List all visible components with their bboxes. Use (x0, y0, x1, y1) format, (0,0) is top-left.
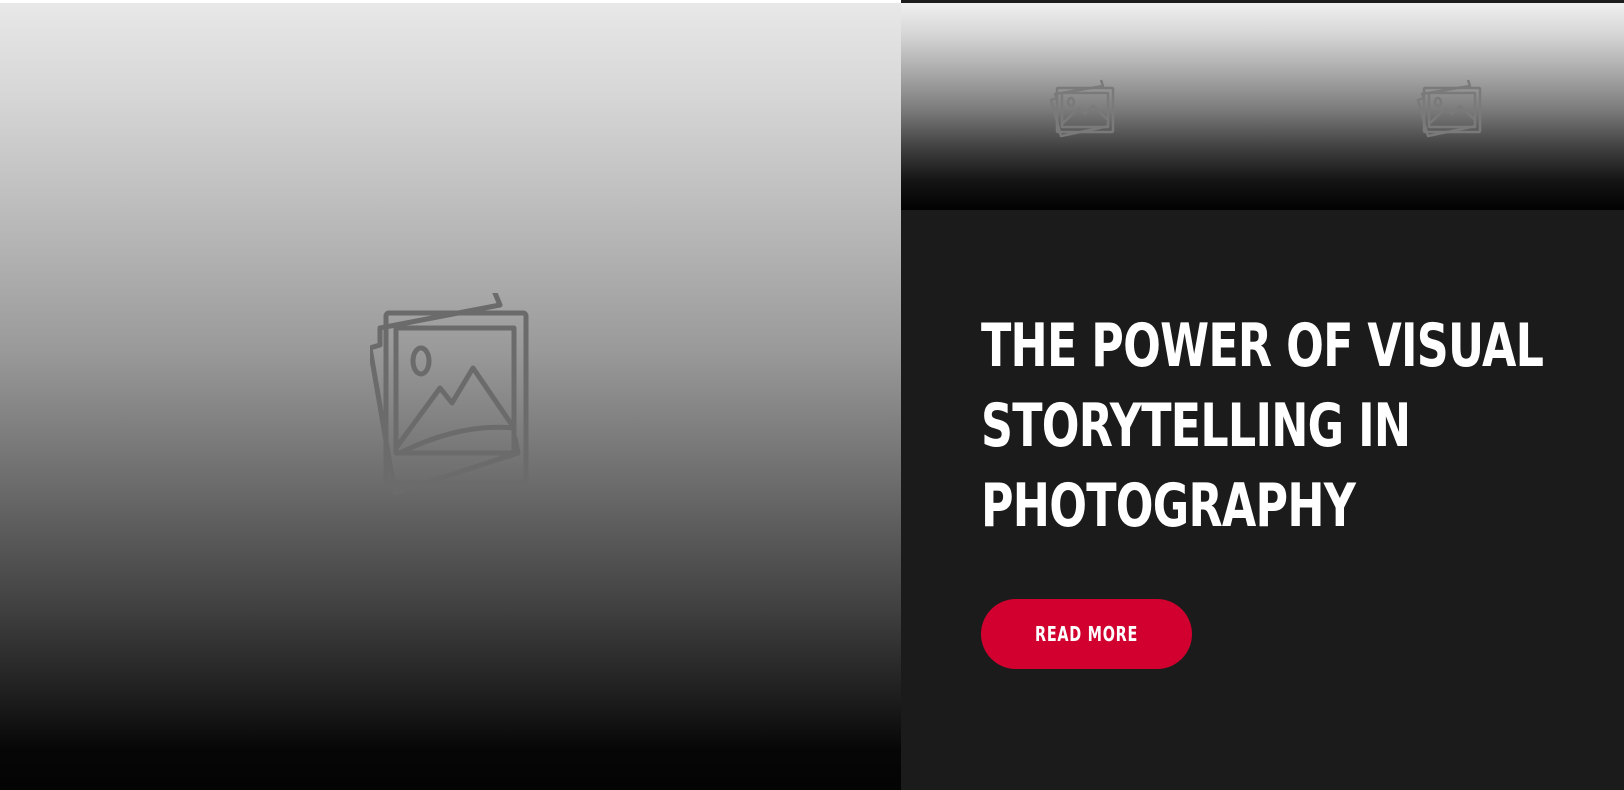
article-panel: THE POWER OF VISUAL STORYTELLING IN PHOT… (901, 0, 1624, 790)
article-card: THE POWER OF VISUAL STORYTELLING IN PHOT… (981, 306, 1581, 546)
image-placeholder-icon[interactable] (1416, 78, 1486, 140)
article-title[interactable]: THE POWER OF VISUAL STORYTELLING IN PHOT… (981, 306, 1580, 546)
image-placeholder-icon (370, 293, 529, 496)
page: THE POWER OF VISUAL STORYTELLING IN PHOT… (0, 0, 1624, 790)
thumbnail-strip (901, 3, 1624, 210)
read-more-label: READ MORE (1034, 622, 1139, 646)
image-placeholder-icon[interactable] (1049, 78, 1119, 140)
featured-image[interactable] (0, 3, 901, 790)
read-more-button[interactable]: READ MORE (981, 599, 1192, 669)
